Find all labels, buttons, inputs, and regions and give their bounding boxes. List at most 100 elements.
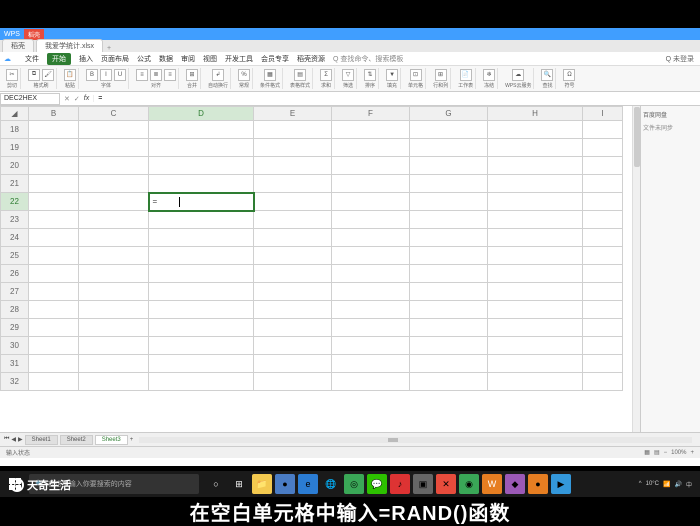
menu-res[interactable]: 稻壳资源: [297, 54, 325, 64]
tray-net-icon[interactable]: 📶: [663, 481, 670, 488]
cell-F24[interactable]: [332, 229, 410, 247]
cell-G20[interactable]: [410, 157, 488, 175]
row-header-23[interactable]: 23: [1, 211, 29, 229]
zoom-in[interactable]: +: [690, 450, 694, 456]
cell-G32[interactable]: [410, 373, 488, 391]
cell-E18[interactable]: [254, 121, 332, 139]
menu-insert[interactable]: 插入: [79, 54, 93, 64]
row-header-19[interactable]: 19: [1, 139, 29, 157]
task-app7-icon[interactable]: ▶: [551, 474, 571, 494]
cell-B24[interactable]: [29, 229, 79, 247]
menu-review[interactable]: 审阅: [181, 54, 195, 64]
cell-G25[interactable]: [410, 247, 488, 265]
cell-G19[interactable]: [410, 139, 488, 157]
cell-I29[interactable]: [583, 319, 623, 337]
cell-C29[interactable]: [79, 319, 149, 337]
cell-I19[interactable]: [583, 139, 623, 157]
menu-layout[interactable]: 页面布局: [101, 54, 129, 64]
cell-E24[interactable]: [254, 229, 332, 247]
add-sheet-button[interactable]: +: [130, 437, 134, 443]
cell-F20[interactable]: [332, 157, 410, 175]
cell-I21[interactable]: [583, 175, 623, 193]
tab-docke[interactable]: 稻壳: [2, 39, 34, 52]
cell-I26[interactable]: [583, 265, 623, 283]
cell-I18[interactable]: [583, 121, 623, 139]
row-header-24[interactable]: 24: [1, 229, 29, 247]
task-app-icon[interactable]: ●: [275, 474, 295, 494]
cell-H30[interactable]: [488, 337, 583, 355]
formula-input[interactable]: =: [93, 95, 700, 102]
view-normal-icon[interactable]: ▦: [644, 449, 650, 456]
cell-C32[interactable]: [79, 373, 149, 391]
cell-H28[interactable]: [488, 301, 583, 319]
cell-G30[interactable]: [410, 337, 488, 355]
row-header-28[interactable]: 28: [1, 301, 29, 319]
grid[interactable]: ◢ B C D E F G H I 1819202122=23242526272…: [0, 106, 640, 432]
cell-I20[interactable]: [583, 157, 623, 175]
cell-H20[interactable]: [488, 157, 583, 175]
cell-I31[interactable]: [583, 355, 623, 373]
task-app5-icon[interactable]: ◆: [505, 474, 525, 494]
cell-I32[interactable]: [583, 373, 623, 391]
cell-E28[interactable]: [254, 301, 332, 319]
cell-H29[interactable]: [488, 319, 583, 337]
merge-icon[interactable]: ⊞: [186, 69, 198, 81]
cell-B31[interactable]: [29, 355, 79, 373]
cell-F28[interactable]: [332, 301, 410, 319]
cell-E23[interactable]: [254, 211, 332, 229]
cell-C19[interactable]: [79, 139, 149, 157]
cell-D21[interactable]: [149, 175, 254, 193]
cell-D24[interactable]: [149, 229, 254, 247]
cell-D26[interactable]: [149, 265, 254, 283]
vertical-scrollbar[interactable]: [632, 106, 640, 432]
task-app6-icon[interactable]: ●: [528, 474, 548, 494]
task-chrome-icon[interactable]: 🌐: [321, 474, 341, 494]
cell-F30[interactable]: [332, 337, 410, 355]
cell-H18[interactable]: [488, 121, 583, 139]
sum-icon[interactable]: Σ: [320, 69, 332, 81]
cell-C28[interactable]: [79, 301, 149, 319]
cell-C24[interactable]: [79, 229, 149, 247]
horizontal-scrollbar[interactable]: [139, 437, 692, 443]
cell-H22[interactable]: [488, 193, 583, 211]
tab-document[interactable]: 我爱学统计.xlsx: [36, 39, 103, 52]
cell-E19[interactable]: [254, 139, 332, 157]
weather-text[interactable]: 10°C: [646, 481, 659, 487]
save-icon[interactable]: ☁: [4, 55, 11, 63]
menu-file[interactable]: 文件: [25, 54, 39, 64]
cut-icon[interactable]: ✂: [6, 69, 18, 81]
cell-G26[interactable]: [410, 265, 488, 283]
cell-E25[interactable]: [254, 247, 332, 265]
task-bandi-icon[interactable]: ◎: [344, 474, 364, 494]
cell-H23[interactable]: [488, 211, 583, 229]
cell-B28[interactable]: [29, 301, 79, 319]
confirm-icon[interactable]: ✓: [74, 95, 80, 103]
cell-D32[interactable]: [149, 373, 254, 391]
cancel-icon[interactable]: ✕: [64, 95, 70, 103]
cell-F26[interactable]: [332, 265, 410, 283]
cell-E30[interactable]: [254, 337, 332, 355]
paste-icon[interactable]: 📋: [64, 69, 76, 81]
cell-I22[interactable]: [583, 193, 623, 211]
col-F[interactable]: F: [332, 107, 410, 121]
cell-B19[interactable]: [29, 139, 79, 157]
table-style-icon[interactable]: ▤: [294, 69, 306, 81]
conditional-format-icon[interactable]: ▦: [264, 69, 276, 81]
cell-H19[interactable]: [488, 139, 583, 157]
task-app4-icon[interactable]: ◉: [459, 474, 479, 494]
filter-icon[interactable]: ▽: [342, 69, 354, 81]
sheet-tab-2[interactable]: Sheet2: [60, 435, 93, 445]
cell-D18[interactable]: [149, 121, 254, 139]
cell-icon[interactable]: ⊡: [410, 69, 422, 81]
cell-G22[interactable]: [410, 193, 488, 211]
cell-H27[interactable]: [488, 283, 583, 301]
cell-D30[interactable]: [149, 337, 254, 355]
cell-B32[interactable]: [29, 373, 79, 391]
view-page-icon[interactable]: ▤: [654, 449, 660, 456]
tray-ime-icon[interactable]: 中: [686, 480, 692, 489]
cell-G24[interactable]: [410, 229, 488, 247]
col-G[interactable]: G: [410, 107, 488, 121]
cell-F31[interactable]: [332, 355, 410, 373]
cell-C27[interactable]: [79, 283, 149, 301]
cell-F32[interactable]: [332, 373, 410, 391]
